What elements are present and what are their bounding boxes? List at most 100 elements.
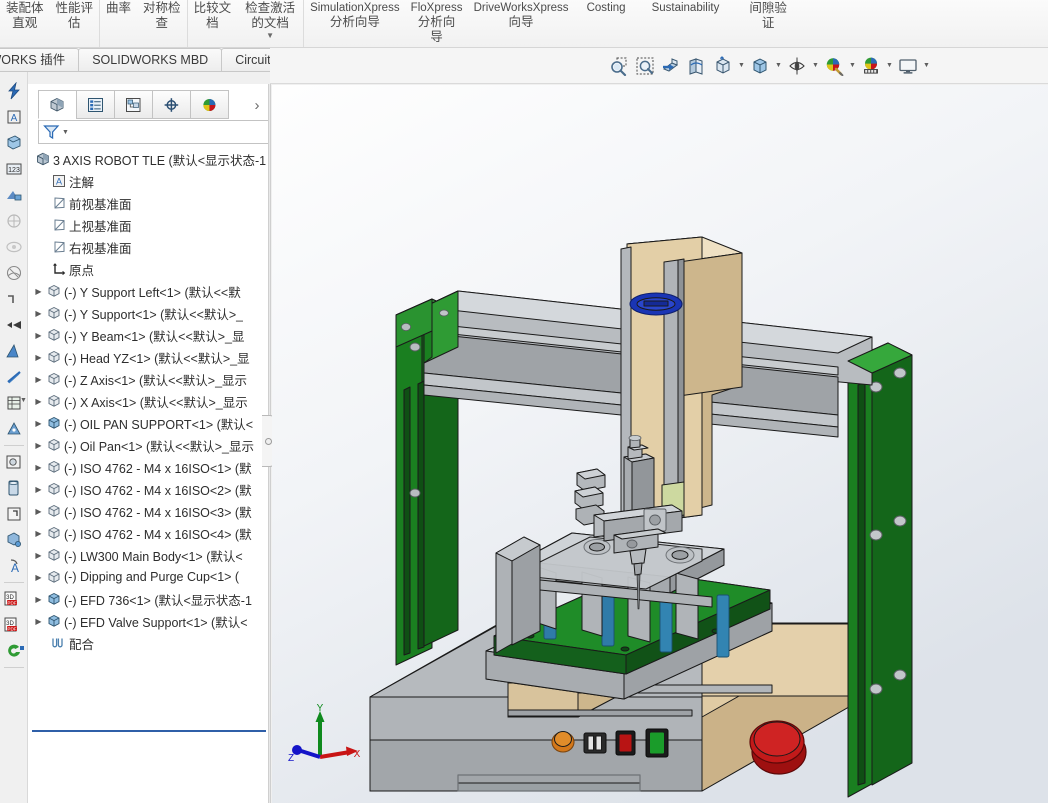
expand-arrow-icon[interactable]: ▶ xyxy=(32,463,45,472)
tree-node-component[interactable]: ▶ (-) X Axis<1> (默认<<默认>_显示 xyxy=(32,390,270,412)
tree-node-top-plane[interactable]: 上视基准面 xyxy=(32,214,270,236)
annotation-a-icon[interactable]: A xyxy=(0,104,27,130)
hide-show-eye-icon[interactable] xyxy=(784,53,810,79)
expand-arrow-icon[interactable]: ▶ xyxy=(32,617,45,626)
section-view-icon[interactable] xyxy=(658,53,684,79)
measure-icon[interactable] xyxy=(0,208,27,234)
smart-dimension-icon[interactable] xyxy=(0,130,27,156)
tree-node-origin[interactable]: 原点 xyxy=(32,258,270,280)
section-properties-icon[interactable] xyxy=(0,260,27,286)
tree-node-mates[interactable]: 配合 xyxy=(32,632,270,654)
expand-arrow-icon[interactable]: ▶ xyxy=(32,441,45,450)
chevron-down-icon[interactable]: ▼ xyxy=(736,53,747,79)
linear-pattern-icon[interactable]: 123 xyxy=(0,156,27,182)
equations-icon[interactable] xyxy=(0,182,27,208)
motion-study-icon[interactable] xyxy=(0,475,27,501)
tree-node-component[interactable]: ▶ (-) Y Support Left<1> (默认<<默 xyxy=(32,280,270,302)
tree-node-component[interactable]: ▶ (-) ISO 4762 - M4 x 16ISO<2> (默 xyxy=(32,478,270,500)
apply-scene-icon[interactable] xyxy=(858,53,884,79)
publish-3dpdf-icon[interactable]: 3DPDF xyxy=(0,612,27,638)
edit-appearance-icon[interactable] xyxy=(821,53,847,79)
tree-node-subassembly[interactable]: ▶ (-) OIL PAN SUPPORT<1> (默认< xyxy=(32,412,270,434)
feature-tree-filter[interactable]: ▼ xyxy=(38,120,270,144)
chevron-down-icon[interactable]: ▼ xyxy=(884,53,895,79)
display-manager-tab[interactable] xyxy=(190,90,229,119)
chevron-down-icon[interactable]: ▼ xyxy=(20,397,27,404)
zoom-to-selection-icon[interactable] xyxy=(632,53,658,79)
chevron-down-icon[interactable]: ▼ xyxy=(773,53,784,79)
configuration-manager-tab[interactable] xyxy=(114,90,153,119)
tree-node-root-assembly[interactable]: 3 AXIS ROBOT TLE (默认<显示状态-1 xyxy=(32,148,270,170)
tree-node-component[interactable]: ▶ (-) ISO 4762 - M4 x 16ISO<4> (默 xyxy=(32,522,270,544)
chevron-down-icon[interactable]: ▼ xyxy=(847,53,858,79)
expand-arrow-icon[interactable]: ▶ xyxy=(32,331,45,340)
view-orientation-icon[interactable] xyxy=(684,53,710,79)
feature-tree[interactable]: 3 AXIS ROBOT TLE (默认<显示状态-1 A 注解 xyxy=(32,148,270,708)
chevron-down-icon[interactable]: ▼ xyxy=(266,33,274,39)
expand-arrow-icon[interactable]: ▶ xyxy=(32,353,45,362)
expand-arrow-icon[interactable]: ▶ xyxy=(32,595,45,604)
ribbon-item-sustainability[interactable]: Sustainability xyxy=(638,0,734,48)
sensor-icon[interactable] xyxy=(0,286,27,312)
curvature-icon[interactable] xyxy=(0,338,27,364)
ribbon-item-curvature[interactable]: 曲率 xyxy=(100,0,137,48)
ribbon-item-check-active-document[interactable]: 检查激活 的文档 ▼ xyxy=(237,0,303,48)
display-style-icon[interactable] xyxy=(710,53,736,79)
tree-node-component[interactable]: ▶ (-) Z Axis<1> (默认<<默认>_显示 xyxy=(32,368,270,390)
print3d-icon[interactable] xyxy=(0,501,27,527)
expand-arrow-icon[interactable]: ▶ xyxy=(32,551,45,560)
chevron-down-icon[interactable]: ▼ xyxy=(810,53,821,79)
ribbon-item-performance-evaluation[interactable]: 性能评 估 xyxy=(50,0,100,48)
tree-node-right-plane[interactable]: 右视基准面 xyxy=(32,236,270,258)
chevron-down-icon[interactable]: ▼ xyxy=(921,53,932,79)
ribbon-item-assembly-visualization[interactable]: 装配体 直观 xyxy=(0,0,50,48)
feature-tree-tab[interactable] xyxy=(38,90,77,119)
chevron-down-icon[interactable]: ▼ xyxy=(62,129,69,136)
expand-arrow-icon[interactable]: ▶ xyxy=(32,529,45,538)
expand-arrow-icon[interactable]: ▶ xyxy=(32,397,45,406)
tree-node-component[interactable]: ▶ (-) LW300 Main Body<1> (默认< xyxy=(32,544,270,566)
tree-node-component[interactable]: ▶ (-) Y Beam<1> (默认<<默认>_显 xyxy=(32,324,270,346)
tree-node-annotations[interactable]: A 注解 xyxy=(32,170,270,192)
graphics-viewport[interactable]: Y X Z xyxy=(272,85,1048,803)
property-manager-tab[interactable] xyxy=(76,90,115,119)
hide-show-items-icon[interactable] xyxy=(747,53,773,79)
expand-arrow-icon[interactable]: ▶ xyxy=(32,287,45,296)
view-settings-icon[interactable] xyxy=(895,53,921,79)
tree-node-front-plane[interactable]: 前视基准面 xyxy=(32,192,270,214)
ribbon-item-clearance-verification[interactable]: 间隙验 证 xyxy=(733,0,793,48)
a-label-icon[interactable]: A xyxy=(0,553,27,579)
check-geometry-icon[interactable] xyxy=(0,312,27,338)
markup-icon[interactable] xyxy=(0,527,27,553)
expand-panel-button[interactable]: › xyxy=(244,90,270,120)
ribbon-item-floxpress[interactable]: FloXpress 分析向 导 xyxy=(406,0,468,48)
tree-node-subassembly[interactable]: ▶ (-) EFD 736<1> (默认<显示状态-1 xyxy=(32,588,270,610)
expand-arrow-icon[interactable]: ▶ xyxy=(32,375,45,384)
ribbon-item-compare-documents[interactable]: 比较文 档 xyxy=(188,0,238,48)
tree-node-component[interactable]: ▶ (-) Oil Pan<1> (默认<<默认>_显示 xyxy=(32,434,270,456)
e-drawings-icon[interactable] xyxy=(0,638,27,664)
dimxpert-manager-tab[interactable] xyxy=(152,90,191,119)
deviation-analysis-icon[interactable] xyxy=(0,364,27,390)
expand-arrow-icon[interactable]: ▶ xyxy=(32,309,45,318)
tab-solidworks-mbd[interactable]: SOLIDWORKS MBD xyxy=(78,48,222,71)
tree-node-component[interactable]: ▶ (-) Y Support<1> (默认<<默认>_ xyxy=(32,302,270,324)
expand-arrow-icon[interactable]: ▶ xyxy=(32,507,45,516)
tree-node-subassembly[interactable]: ▶ (-) EFD Valve Support<1> (默认< xyxy=(32,610,270,632)
expand-arrow-icon[interactable]: ▶ xyxy=(32,485,45,494)
ribbon-item-costing[interactable]: Costing xyxy=(575,0,638,48)
simulation-icon[interactable] xyxy=(0,416,27,442)
tree-node-component[interactable]: ▶ (-) ISO 4762 - M4 x 16ISO<3> (默 xyxy=(32,500,270,522)
mass-properties-icon[interactable] xyxy=(0,234,27,260)
ribbon-item-simulationxpress[interactable]: SimulationXpress 分析向导 xyxy=(304,0,405,48)
sketch-lightning-icon[interactable] xyxy=(0,78,27,104)
tab-solidworks-addins[interactable]: SOLIDWORKS 插件 xyxy=(0,48,79,71)
expand-arrow-icon[interactable]: ▶ xyxy=(32,573,45,582)
tree-node-component[interactable]: ▶ (-) ISO 4762 - M4 x 16ISO<1> (默 xyxy=(32,456,270,478)
export-3dpdf-icon[interactable]: 3DPDF xyxy=(0,586,27,612)
zoom-to-area-icon[interactable] xyxy=(606,53,632,79)
ribbon-item-symmetry-check[interactable]: 对称检 查 xyxy=(137,0,187,48)
photoview-render-icon[interactable] xyxy=(0,449,27,475)
tree-node-component[interactable]: ▶ (-) Head YZ<1> (默认<<默认>_显 xyxy=(32,346,270,368)
ribbon-item-driveworksxpress[interactable]: DriveWorksXpress 向导 xyxy=(468,0,575,48)
